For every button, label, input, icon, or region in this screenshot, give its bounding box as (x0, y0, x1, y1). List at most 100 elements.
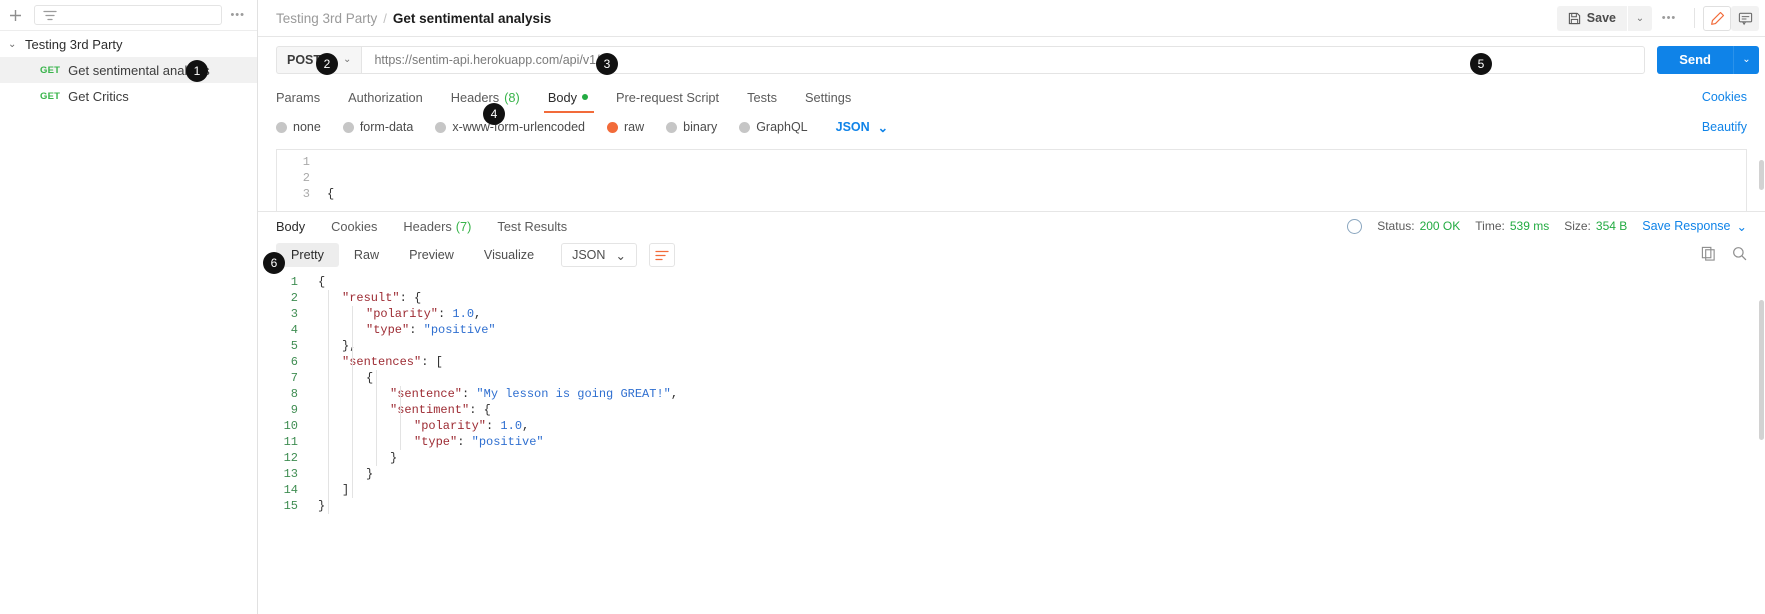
body-type-binary[interactable]: binary (666, 120, 717, 134)
view-tab-pretty[interactable]: Pretty (276, 243, 339, 267)
response-tab-cookies[interactable]: Cookies (318, 212, 390, 240)
json-key: "sentiment" (390, 403, 470, 417)
json-key: "result" (342, 291, 400, 305)
code-line: "polarity": 1.0, (366, 307, 482, 321)
plus-icon (9, 9, 21, 21)
edit-request-button[interactable] (1703, 5, 1731, 31)
response-body-code[interactable]: {"result": {"polarity": 1.0, "type": "pos… (308, 274, 1765, 614)
code-line: "type": "positive" (366, 323, 496, 337)
body-type-x-www-form-urlencoded[interactable]: x-www-form-urlencoded (435, 120, 585, 134)
code-line: "type": "positive" (414, 435, 544, 449)
tab-label: Authorization (348, 89, 423, 105)
comments-button[interactable] (1731, 5, 1759, 31)
json-key: "polarity" (366, 307, 439, 321)
copy-response-button[interactable] (1701, 246, 1716, 264)
code-line: "sentence": "My lesson is going GREAT!", (390, 387, 679, 401)
line-number: 3 (290, 307, 298, 321)
response-format-selector[interactable]: JSON ⌄ (561, 243, 637, 267)
pencil-icon (1710, 11, 1724, 25)
floppy-disk-icon (1568, 12, 1580, 24)
wrap-lines-icon (655, 250, 669, 260)
wrap-lines-button[interactable] (648, 243, 675, 267)
send-button[interactable]: Send (1657, 45, 1733, 74)
tab-pre-request-script[interactable]: Pre-request Script (602, 82, 733, 112)
tab-label: Body (276, 218, 306, 234)
save-dropdown-button[interactable]: ⌄ (1628, 5, 1652, 31)
tab-authorization[interactable]: Authorization (334, 82, 437, 112)
line-number: 1 (290, 275, 298, 289)
cookies-link[interactable]: Cookies (1702, 90, 1747, 104)
line-number: 4 (290, 323, 298, 337)
request-body-code[interactable]: { ····"text":·"My·lesson·is·going·GREAT!… (319, 150, 1746, 211)
tab-tests[interactable]: Tests (733, 82, 791, 112)
annotation-badge-2: 2 (316, 53, 338, 75)
time-label: Time: (1475, 219, 1505, 233)
body-type-form-data[interactable]: form-data (342, 120, 413, 134)
view-tab-visualize[interactable]: Visualize (469, 243, 549, 267)
annotation-badge-5: 5 (1470, 53, 1492, 75)
sidebar-item-get-critics[interactable]: GET Get Critics (0, 83, 257, 109)
send-button-label: Send (1679, 52, 1711, 67)
line-number: 3 (302, 187, 310, 201)
radio-icon (435, 121, 447, 133)
sidebar-filter-input[interactable] (34, 5, 223, 25)
json-key: "polarity" (414, 419, 487, 433)
save-button[interactable]: Save (1556, 5, 1627, 31)
save-response-button[interactable]: Save Response ⌄ (1642, 219, 1747, 234)
code-line: { (366, 371, 374, 385)
time-value: 539 ms (1509, 219, 1550, 233)
request-line-numbers: 1 2 3 (277, 150, 319, 211)
send-options-button[interactable]: ⌄ (1733, 45, 1759, 74)
line-number: 2 (290, 291, 298, 305)
filter-icon (43, 10, 57, 20)
copy-icon (1701, 246, 1715, 261)
comment-icon (1738, 12, 1752, 25)
body-type-graphql[interactable]: GraphQL (739, 120, 808, 134)
add-new-button[interactable] (4, 4, 26, 26)
radio-icon (666, 121, 678, 133)
annotation-badge-3: 3 (596, 53, 618, 75)
collection-row-testing-3rd-party[interactable]: ⌄ Testing 3rd Party (0, 31, 257, 57)
radio-selected-icon (607, 121, 618, 133)
json-number-value: 1.0 (500, 419, 523, 433)
size-value: 354 B (1595, 219, 1628, 233)
response-tab-test-results[interactable]: Test Results (484, 212, 580, 240)
code-text: { (327, 187, 335, 201)
tab-body[interactable]: Body (534, 82, 602, 113)
sidebar-more-button[interactable]: ••• (230, 9, 247, 21)
url-input[interactable]: https://sentim-api.herokuapp.com/api/v1/ (361, 45, 1646, 74)
tab-settings[interactable]: Settings (791, 82, 865, 112)
tab-params[interactable]: Params (276, 82, 334, 112)
line-number: 13 (283, 467, 298, 481)
search-response-button[interactable] (1732, 246, 1747, 264)
view-tab-preview[interactable]: Preview (394, 243, 469, 267)
beautify-link[interactable]: Beautify (1702, 120, 1747, 134)
breadcrumb-collection[interactable]: Testing 3rd Party (276, 11, 377, 26)
json-string-value: "My lesson is going GREAT!" (476, 387, 671, 401)
request-editor-scrollbar[interactable] (1759, 160, 1764, 190)
response-body-scrollbar[interactable] (1759, 300, 1764, 440)
code-line: } (318, 499, 326, 513)
status-badge: 200 OK (1419, 219, 1461, 233)
body-format-label: JSON (835, 120, 870, 134)
sidebar: ••• ⌄ Testing 3rd Party GET Get sentimen… (0, 0, 258, 614)
tab-label: Body (547, 89, 577, 105)
postman-window: ••• ⌄ Testing 3rd Party GET Get sentimen… (0, 0, 1765, 614)
header-more-button[interactable]: ••• (1652, 6, 1686, 31)
body-type-label: x-www-form-urlencoded (452, 120, 585, 134)
response-panel: Body Cookies Headers (7) Test Results St… (258, 211, 1765, 614)
sidebar-item-get-sentimental-analysis[interactable]: GET Get sentimental analysis (0, 57, 257, 83)
body-type-none[interactable]: none (276, 120, 321, 134)
annotation-badge-6: 6 (263, 252, 285, 274)
body-type-raw[interactable]: raw (607, 120, 644, 134)
view-tab-raw[interactable]: Raw (339, 243, 394, 267)
line-number: 8 (290, 387, 298, 401)
chevron-down-icon[interactable]: ⌄ (8, 39, 18, 50)
size-label: Size: (1564, 219, 1591, 233)
response-body-viewer[interactable]: 1 2 3 4 5 6 7 8 9 10 11 12 13 14 15 {"result": {"polar… (258, 270, 1765, 614)
body-format-selector[interactable]: JSON ⌄ (836, 120, 889, 135)
request-body-editor[interactable]: 1 2 3 { ····"text":·"My·lesson·is·going·… (276, 149, 1747, 211)
code-line: } (366, 467, 374, 481)
response-tab-body[interactable]: Body (276, 212, 318, 240)
response-tab-headers[interactable]: Headers (7) (390, 212, 484, 240)
